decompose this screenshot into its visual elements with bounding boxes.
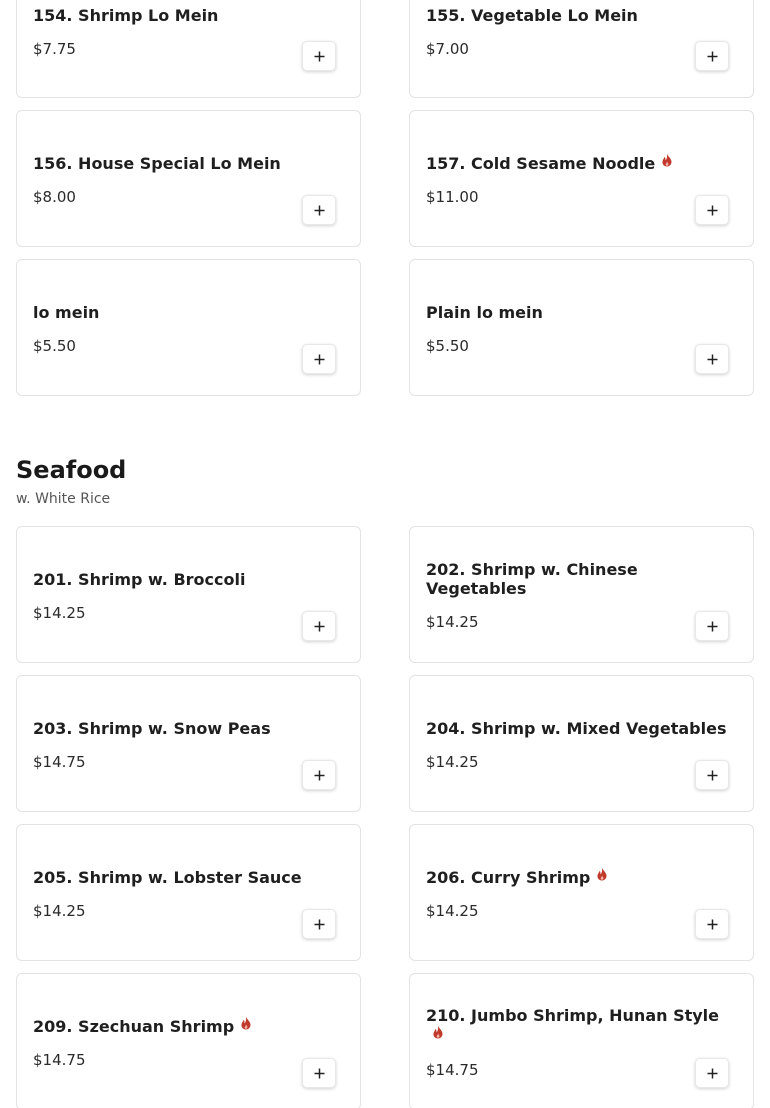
- menu-item-name: 201. Shrimp w. Broccoli: [33, 570, 246, 589]
- menu-item-price: $5.50: [33, 337, 76, 355]
- menu-item-card[interactable]: 209. Szechuan Shrimp $14.75: [16, 973, 361, 1108]
- menu-item-price: $14.75: [33, 753, 86, 771]
- menu-item-price: $14.75: [426, 1061, 479, 1079]
- menu-item-name: 156. House Special Lo Mein: [33, 154, 281, 173]
- add-item-button[interactable]: [302, 344, 336, 374]
- section-title: Seafood: [16, 456, 127, 484]
- add-item-button[interactable]: [695, 909, 729, 939]
- add-item-button[interactable]: [302, 909, 336, 939]
- menu-item-card[interactable]: lo mein $5.50: [16, 259, 361, 396]
- add-item-button[interactable]: [695, 344, 729, 374]
- menu-item-name: Plain lo mein: [426, 303, 543, 322]
- plus-icon: [707, 205, 717, 215]
- menu-item-name: 155. Vegetable Lo Mein: [426, 6, 638, 25]
- add-item-button[interactable]: [302, 611, 336, 641]
- menu-item-price: $7.00: [426, 40, 469, 58]
- menu-item-price: $7.75: [33, 40, 76, 58]
- plus-icon: [314, 354, 324, 364]
- plus-icon: [314, 621, 324, 631]
- add-item-button[interactable]: [695, 1058, 729, 1088]
- plus-icon: [314, 205, 324, 215]
- plus-icon: [707, 1068, 717, 1078]
- menu-item-price: $14.75: [33, 1051, 86, 1069]
- plus-icon: [707, 354, 717, 364]
- menu-item-name: lo mein: [33, 303, 100, 322]
- menu-item-name: 203. Shrimp w. Snow Peas: [33, 719, 271, 738]
- menu-item-price: $14.25: [33, 902, 86, 920]
- add-item-button[interactable]: [695, 611, 729, 641]
- plus-icon: [314, 51, 324, 61]
- menu-item-name: 157. Cold Sesame Noodle: [426, 154, 656, 173]
- menu-item-price: $14.25: [33, 604, 86, 622]
- plus-icon: [314, 1068, 324, 1078]
- menu-item-price: $11.00: [426, 188, 479, 206]
- menu-item-price: $14.25: [426, 902, 479, 920]
- menu-item-name: 154. Shrimp Lo Mein: [33, 6, 219, 25]
- flame-icon: [432, 1025, 444, 1039]
- menu-item-name: 204. Shrimp w. Mixed Vegetables: [426, 719, 727, 738]
- menu-item-name: 210. Jumbo Shrimp, Hunan Style: [426, 1006, 720, 1025]
- plus-icon: [314, 770, 324, 780]
- flame-icon: [661, 153, 673, 167]
- add-item-button[interactable]: [302, 760, 336, 790]
- plus-icon: [707, 770, 717, 780]
- menu-item-card[interactable]: Plain lo mein $5.50: [409, 259, 754, 396]
- plus-icon: [707, 919, 717, 929]
- menu-item-name: 205. Shrimp w. Lobster Sauce: [33, 868, 302, 887]
- flame-icon: [596, 867, 608, 881]
- menu-item-price: $8.00: [33, 188, 76, 206]
- menu-item-name: 209. Szechuan Shrimp: [33, 1017, 235, 1036]
- menu-item-card[interactable]: 205. Shrimp w. Lobster Sauce $14.25: [16, 824, 361, 961]
- add-item-button[interactable]: [302, 195, 336, 225]
- add-item-button[interactable]: [302, 1058, 336, 1088]
- menu-item-name: 206. Curry Shrimp: [426, 868, 591, 887]
- menu-item-card[interactable]: 204. Shrimp w. Mixed Vegetables $14.25: [409, 675, 754, 812]
- flame-icon: [240, 1016, 252, 1030]
- section-subtitle: w. White Rice: [16, 491, 111, 507]
- add-item-button[interactable]: [695, 195, 729, 225]
- menu-item-card[interactable]: 155. Vegetable Lo Mein $7.00: [409, 0, 754, 98]
- menu-item-card[interactable]: 210. Jumbo Shrimp, Hunan Style $14.75: [409, 973, 754, 1108]
- menu-item-name: 202. Shrimp w. Chinese Vegetables: [426, 560, 638, 598]
- plus-icon: [707, 51, 717, 61]
- plus-icon: [314, 919, 324, 929]
- menu-item-card[interactable]: 201. Shrimp w. Broccoli $14.25: [16, 526, 361, 663]
- menu-item-price: $14.25: [426, 753, 479, 771]
- add-item-button[interactable]: [302, 41, 336, 71]
- menu-item-card[interactable]: 156. House Special Lo Mein $8.00: [16, 110, 361, 247]
- menu-item-card[interactable]: 206. Curry Shrimp $14.25: [409, 824, 754, 961]
- add-item-button[interactable]: [695, 41, 729, 71]
- add-item-button[interactable]: [695, 760, 729, 790]
- menu-item-card[interactable]: 202. Shrimp w. Chinese Vegetables $14.25: [409, 526, 754, 663]
- menu-item-price: $5.50: [426, 337, 469, 355]
- menu-item-card[interactable]: 203. Shrimp w. Snow Peas $14.75: [16, 675, 361, 812]
- menu-item-price: $14.25: [426, 613, 479, 631]
- menu-item-card[interactable]: 157. Cold Sesame Noodle $11.00: [409, 110, 754, 247]
- menu-item-card[interactable]: 154. Shrimp Lo Mein $7.75: [16, 0, 361, 98]
- plus-icon: [707, 621, 717, 631]
